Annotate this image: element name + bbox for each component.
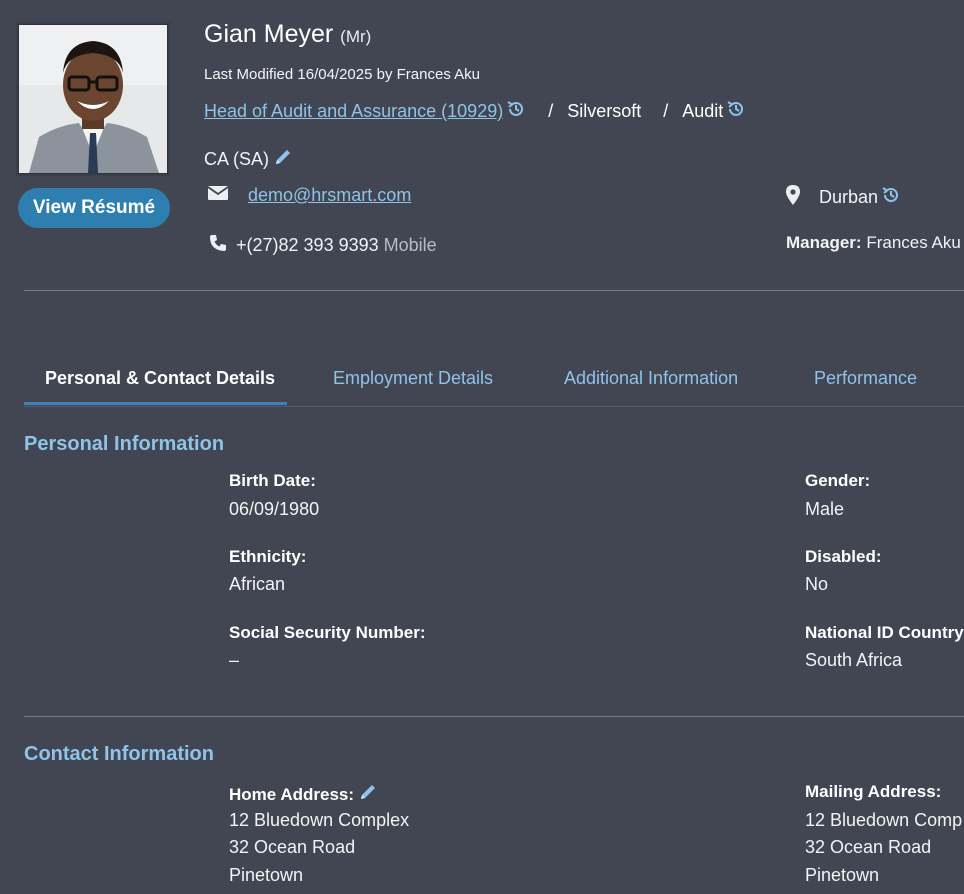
gender-value: Male (805, 499, 845, 519)
mailing-address-label: Mailing Address: (805, 782, 942, 801)
phone-row: +(27)82 393 9393 Mobile (208, 233, 437, 258)
qualification-text: CA (SA) (204, 149, 270, 169)
breadcrumb-separator: / (548, 101, 554, 121)
contact-info-heading: Contact Information (24, 743, 214, 765)
birth-date-label: Birth Date: (229, 471, 316, 490)
history-icon[interactable] (506, 99, 526, 124)
disabled-label: Disabled: (805, 547, 882, 566)
pencil-icon[interactable] (358, 782, 378, 807)
map-pin-icon (786, 185, 800, 210)
home-address-line: Pinetown (229, 865, 304, 885)
last-modified-text: Last Modified 16/04/2025 by Frances Aku (204, 66, 481, 83)
national-id-country-value: South Africa (805, 650, 903, 670)
personal-info-heading: Personal Information (24, 433, 225, 455)
gender-label: Gender: (805, 471, 871, 490)
employee-name-heading: Gian Meyer (Mr) (204, 20, 371, 49)
qualification-row: CA (SA) (204, 147, 293, 172)
tab-additional-information[interactable]: Additional Information (564, 358, 738, 404)
home-address-line: 32 Ocean Road (229, 837, 356, 857)
profile-tabs: Personal & Contact Details Employment De… (24, 358, 964, 407)
profile-photo (18, 24, 168, 174)
home-address-label: Home Address: (229, 784, 355, 804)
pencil-icon[interactable] (273, 147, 293, 172)
ethnicity-value: African (229, 574, 286, 594)
location-row: Durban (786, 185, 901, 210)
mailing-address-line: 32 Ocean Road (805, 837, 932, 857)
breadcrumb-separator: / (663, 101, 669, 121)
tab-personal-contact[interactable]: Personal & Contact Details (45, 358, 275, 404)
phone-type: Mobile (383, 235, 437, 255)
employee-title: (Mr) (340, 27, 372, 46)
tab-employment-details[interactable]: Employment Details (333, 358, 493, 404)
department-name: Audit (682, 101, 724, 121)
birth-date-value: 06/09/1980 (229, 499, 320, 519)
home-address-line: 12 Bluedown Complex (229, 810, 410, 830)
mailing-address-line: Pinetown (805, 865, 880, 885)
manager-label: Manager: (786, 233, 862, 252)
ssn-value: – (229, 650, 240, 670)
history-icon[interactable] (881, 185, 901, 210)
phone-icon (208, 233, 228, 258)
section-divider (24, 716, 964, 717)
national-id-country-label: National ID Country (805, 623, 964, 642)
phone-number: +(27)82 393 9393 (236, 235, 379, 255)
view-resume-button[interactable]: View Résumé (18, 188, 170, 228)
disabled-value: No (805, 574, 829, 594)
company-name: Silversoft (567, 101, 642, 121)
email-link[interactable]: demo@hrsmart.com (248, 185, 411, 206)
header-divider (24, 290, 964, 291)
email-row: demo@hrsmart.com (207, 185, 411, 206)
envelope-icon (207, 185, 229, 206)
position-breadcrumb: Head of Audit and Assurance (10929) / Si… (204, 99, 746, 124)
ethnicity-label: Ethnicity: (229, 547, 307, 566)
home-address-label-row: Home Address: (229, 782, 378, 807)
location-text: Durban (819, 187, 879, 207)
history-icon[interactable] (726, 99, 746, 124)
manager-name: Frances Aku (866, 233, 961, 252)
tab-performance[interactable]: Performance (814, 358, 917, 404)
position-link[interactable]: Head of Audit and Assurance (10929) (204, 101, 503, 122)
manager-row: Manager: Frances Aku (786, 233, 961, 253)
active-tab-indicator (24, 402, 287, 405)
mailing-address-line: 12 Bluedown Comp (805, 810, 963, 830)
employee-name: Gian Meyer (204, 20, 334, 48)
ssn-label: Social Security Number: (229, 623, 426, 642)
